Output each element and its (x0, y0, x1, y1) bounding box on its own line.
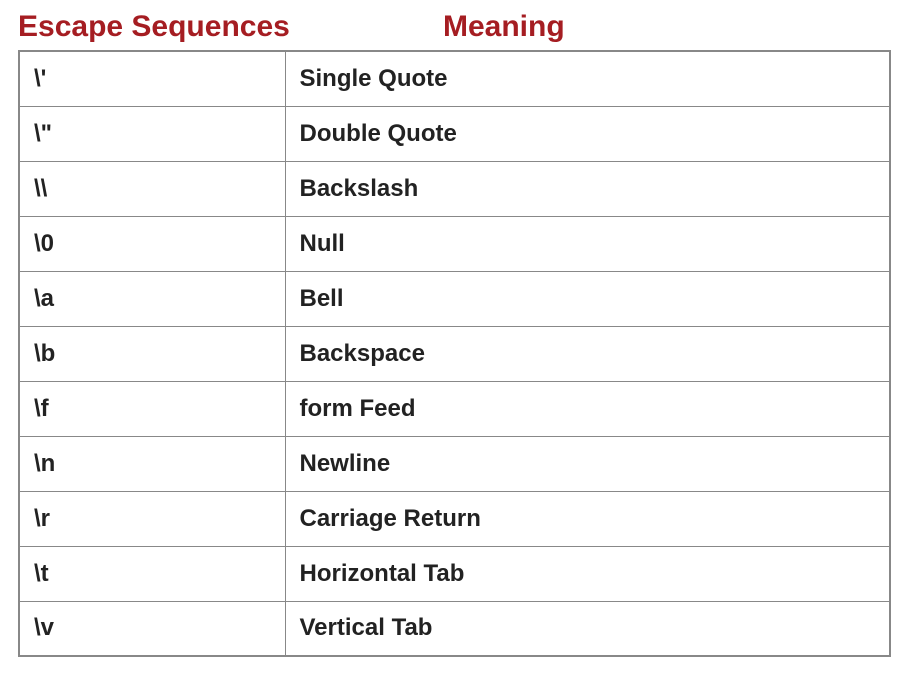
cell-sequence: \v (19, 601, 285, 656)
cell-sequence: \a (19, 271, 285, 326)
cell-meaning: form Feed (285, 381, 890, 436)
escape-sequences-table: \' Single Quote \" Double Quote \\ Backs… (18, 50, 891, 657)
cell-sequence: \n (19, 436, 285, 491)
cell-meaning: Backslash (285, 161, 890, 216)
table-row: \a Bell (19, 271, 890, 326)
cell-sequence: \t (19, 546, 285, 601)
header-escape-sequences: Escape Sequences (18, 10, 433, 44)
table-row: \t Horizontal Tab (19, 546, 890, 601)
table-body: \' Single Quote \" Double Quote \\ Backs… (19, 51, 890, 656)
header-meaning: Meaning (433, 10, 891, 44)
table-row: \0 Null (19, 216, 890, 271)
cell-meaning: Vertical Tab (285, 601, 890, 656)
cell-meaning: Carriage Return (285, 491, 890, 546)
cell-meaning: Null (285, 216, 890, 271)
cell-meaning: Double Quote (285, 106, 890, 161)
table-row: \r Carriage Return (19, 491, 890, 546)
cell-meaning: Backspace (285, 326, 890, 381)
cell-sequence: \\ (19, 161, 285, 216)
table-row: \f form Feed (19, 381, 890, 436)
cell-sequence: \r (19, 491, 285, 546)
cell-sequence: \f (19, 381, 285, 436)
table-row: \b Backspace (19, 326, 890, 381)
table-headers: Escape Sequences Meaning (18, 10, 891, 44)
cell-meaning: Single Quote (285, 51, 890, 106)
cell-meaning: Bell (285, 271, 890, 326)
cell-sequence: \' (19, 51, 285, 106)
cell-meaning: Horizontal Tab (285, 546, 890, 601)
table-row: \' Single Quote (19, 51, 890, 106)
table-row: \\ Backslash (19, 161, 890, 216)
table-row: \n Newline (19, 436, 890, 491)
table-row: \" Double Quote (19, 106, 890, 161)
cell-sequence: \0 (19, 216, 285, 271)
cell-meaning: Newline (285, 436, 890, 491)
cell-sequence: \b (19, 326, 285, 381)
cell-sequence: \" (19, 106, 285, 161)
table-row: \v Vertical Tab (19, 601, 890, 656)
